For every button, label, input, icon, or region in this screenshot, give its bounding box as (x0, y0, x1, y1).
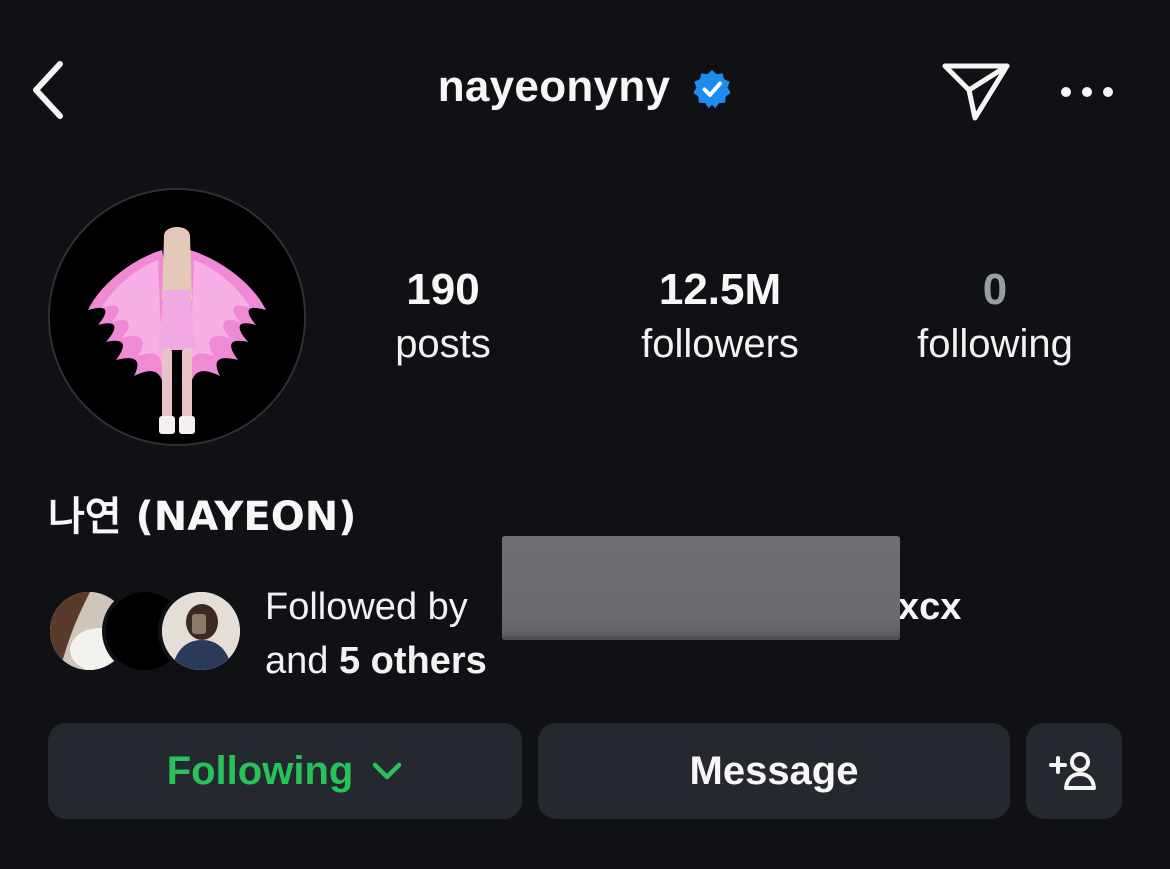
followers-label: followers (641, 322, 799, 366)
send-message-button[interactable] (938, 58, 1014, 124)
posts-count[interactable]: 190 posts (368, 262, 518, 370)
more-options-button[interactable] (1055, 72, 1119, 112)
verified-badge-icon (692, 69, 732, 109)
top-bar: nayeonyny (0, 0, 1170, 185)
posts-value: 190 (406, 265, 480, 314)
posts-label: posts (395, 322, 491, 366)
following-button[interactable]: Following (48, 723, 522, 819)
chevron-down-icon (373, 762, 402, 780)
paper-plane-icon (942, 63, 1010, 121)
more-horizontal-icon (1061, 87, 1113, 97)
followed-by-text[interactable]: Followed by and 5 others (265, 580, 487, 688)
followed-by-and: and (265, 640, 329, 682)
followed-by-name-tail[interactable]: xcx (898, 580, 961, 634)
message-button-label: Message (689, 748, 859, 793)
mutual-followers-avatars[interactable] (46, 586, 246, 678)
following-value: 0 (982, 265, 1008, 314)
following-label: following (917, 322, 1073, 366)
profile-avatar[interactable] (48, 188, 306, 446)
profile-photo-image (50, 190, 304, 444)
following-button-label: Following (166, 748, 354, 793)
mutual-avatar (158, 588, 244, 674)
redaction-box (502, 536, 900, 640)
username: nayeonyny (437, 62, 671, 111)
message-button[interactable]: Message (538, 723, 1010, 819)
following-count[interactable]: 0 following (890, 262, 1100, 370)
add-user-button[interactable] (1026, 723, 1122, 819)
followed-by-others: 5 others (338, 640, 487, 682)
followers-value: 12.5M (658, 265, 782, 314)
followed-by-prefix: Followed by (265, 586, 468, 628)
display-name: 나연 (NAYEON) (48, 494, 357, 540)
followers-count[interactable]: 12.5M followers (610, 262, 830, 370)
add-person-icon (1049, 752, 1096, 790)
